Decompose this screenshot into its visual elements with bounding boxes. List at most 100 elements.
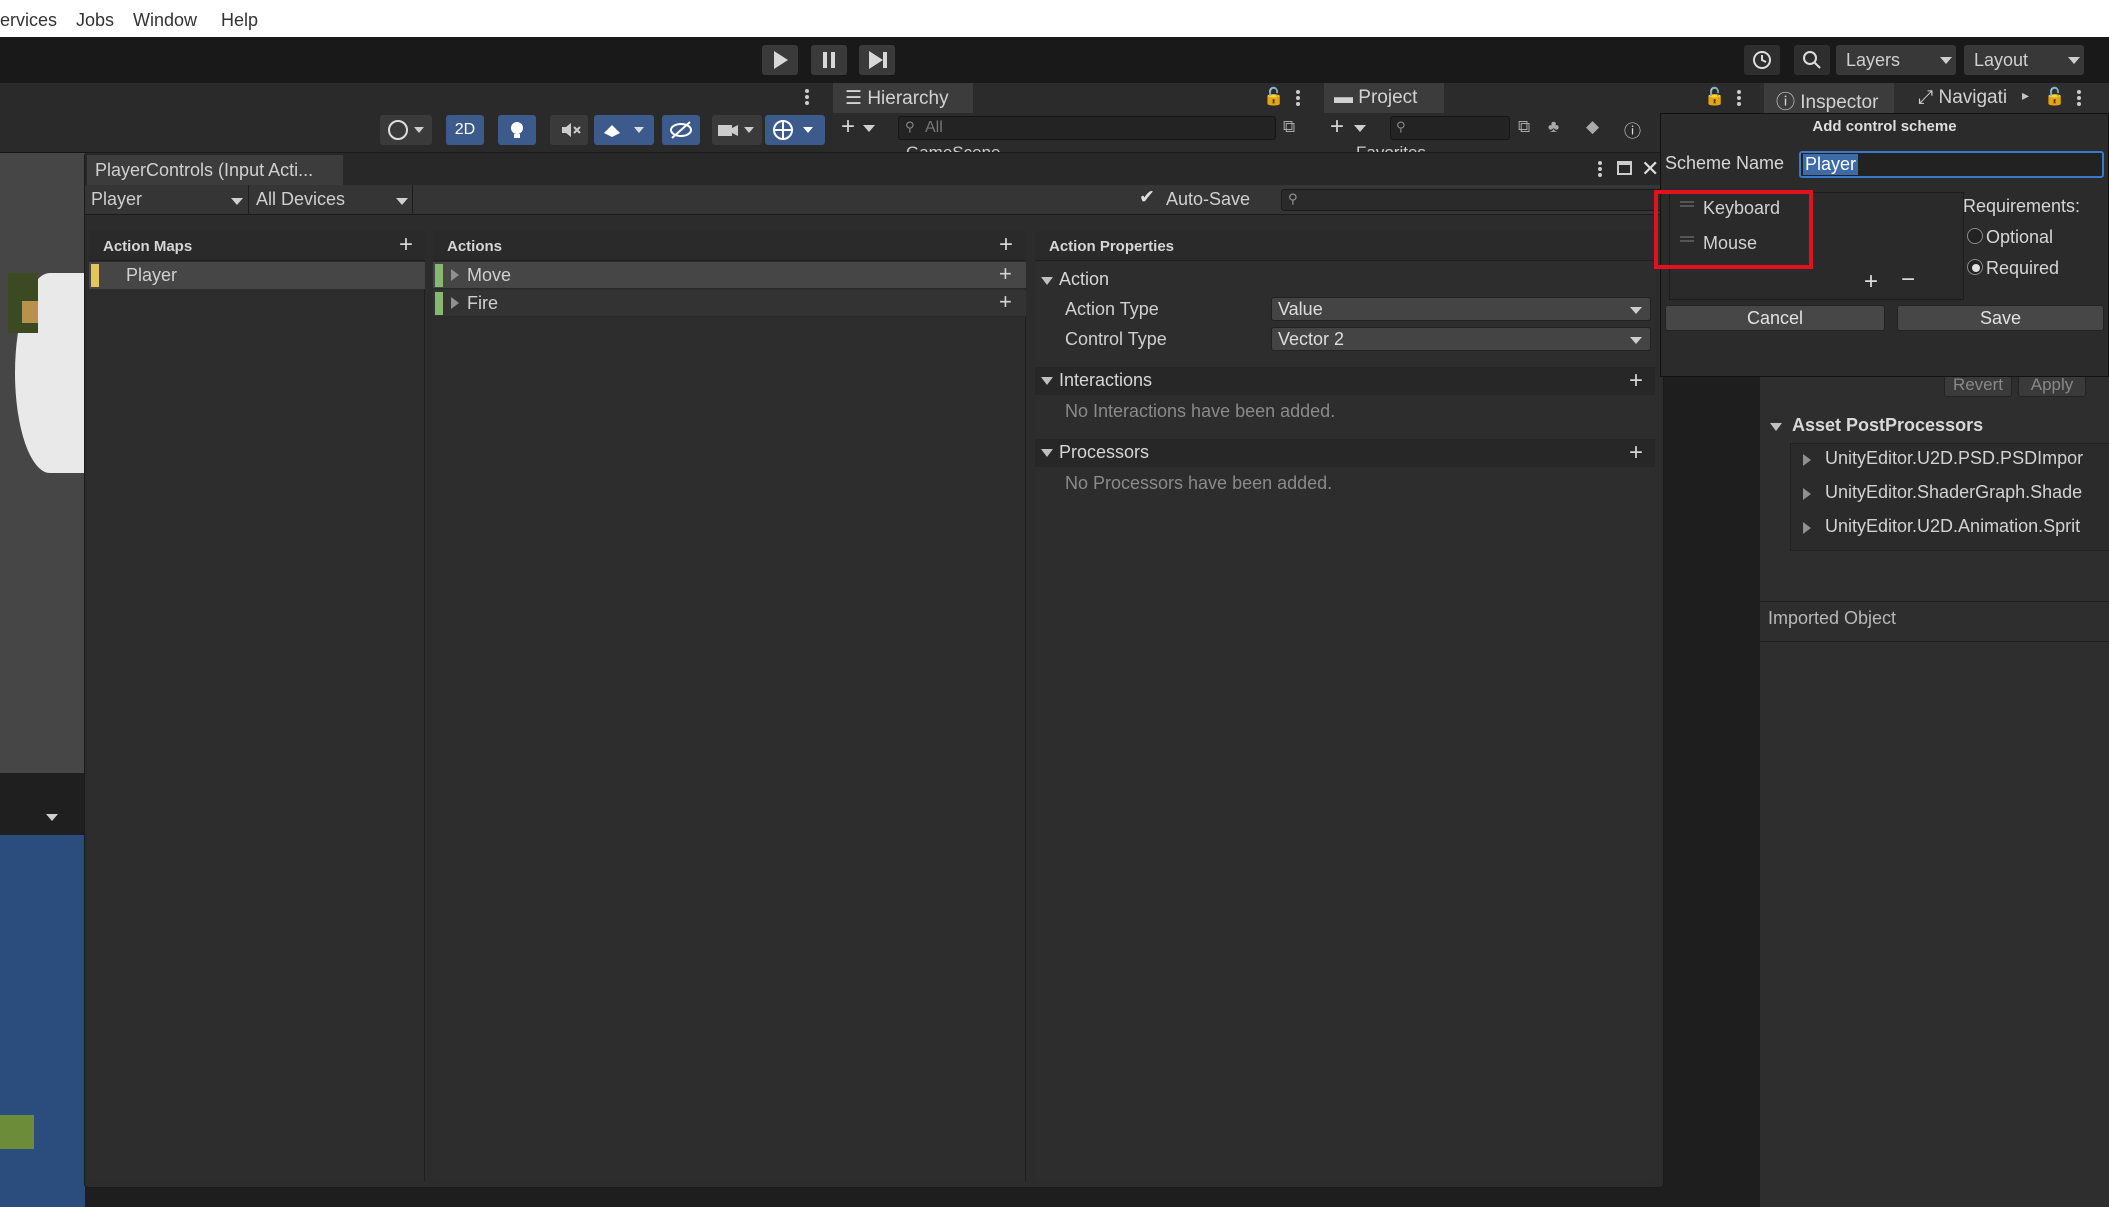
menu-services[interactable]: ervices	[0, 10, 57, 31]
control-scheme-dropdown[interactable]: Player	[85, 187, 245, 213]
info-icon[interactable]: ⓘ	[1624, 117, 1641, 142]
add-action-map-button[interactable]: +	[399, 233, 413, 257]
add-device-button[interactable]: +	[1864, 268, 1878, 296]
action-section-title: Action	[1059, 269, 1110, 289]
lock-icon[interactable]: 🔓	[1704, 87, 1725, 107]
chevron-down-icon[interactable]	[1354, 125, 1366, 132]
action-label: Move	[467, 265, 512, 285]
add-binding-button[interactable]: +	[999, 263, 1012, 285]
history-button[interactable]	[1744, 45, 1780, 75]
layout-dropdown[interactable]: Layout	[1964, 45, 2084, 75]
filter-icon[interactable]: ⧉	[1283, 117, 1295, 137]
tab-hierarchy[interactable]: ☰ Hierarchy	[833, 83, 973, 113]
label-filter-icon[interactable]: ◆	[1586, 117, 1599, 137]
effects-toggle[interactable]	[594, 115, 654, 145]
add-control-scheme-popup: Add control scheme Scheme Name Player Ke…	[1654, 113, 2109, 377]
action-row[interactable]: Fire +	[433, 290, 1026, 317]
fold-icon[interactable]	[1770, 423, 1782, 431]
required-label[interactable]: Required	[1986, 258, 2059, 279]
control-type-dropdown[interactable]: Vector 2	[1271, 327, 1651, 351]
search-button[interactable]	[1794, 45, 1830, 75]
more-vert-icon[interactable]	[1291, 88, 1305, 108]
save-button[interactable]: Save	[1897, 305, 2104, 331]
scene-view[interactable]	[0, 153, 85, 773]
visibility-toggle[interactable]	[662, 115, 700, 145]
optional-radio[interactable]	[1967, 228, 1983, 244]
maximize-icon[interactable]	[1617, 161, 1632, 175]
device-dropdown[interactable]: All Devices	[250, 187, 410, 213]
window-title-tab[interactable]: PlayerControls (Input Acti...	[87, 155, 343, 185]
action-maps-header: Action Maps	[89, 231, 425, 261]
camera-button[interactable]	[712, 115, 762, 145]
layers-dropdown[interactable]: Layers	[1836, 45, 1956, 75]
lock-icon[interactable]: 🔓	[1263, 87, 1284, 107]
play-button[interactable]	[762, 45, 798, 75]
toggle-2d-button[interactable]: 2D	[446, 115, 484, 145]
menu-window[interactable]: Window	[133, 10, 197, 31]
chevron-down-icon[interactable]	[863, 125, 875, 132]
menu-help[interactable]: Help	[221, 10, 258, 31]
gizmos-button[interactable]	[765, 115, 825, 145]
action-row[interactable]: Move +	[433, 262, 1026, 289]
pause-button[interactable]	[811, 45, 847, 75]
close-icon[interactable]: ✕	[1641, 156, 1659, 182]
action-map-row[interactable]: Player	[89, 262, 425, 289]
step-button[interactable]	[859, 45, 895, 75]
add-button[interactable]: +	[841, 115, 855, 139]
expand-icon[interactable]	[1803, 522, 1811, 534]
add-binding-button[interactable]: +	[999, 291, 1012, 313]
tab-navigation[interactable]: ⤢ Navigati	[1918, 87, 2007, 109]
required-radio[interactable]	[1967, 259, 1983, 275]
chevron-down-icon[interactable]	[46, 814, 58, 821]
action-type-dropdown[interactable]: Value	[1271, 297, 1651, 321]
fold-icon[interactable]	[1041, 277, 1053, 285]
list-item[interactable]: UnityEditor.ShaderGraph.Shade	[1825, 482, 2082, 503]
expand-icon[interactable]	[451, 297, 459, 309]
more-vert-icon[interactable]	[2072, 88, 2086, 108]
scheme-name-input[interactable]: Player	[1799, 151, 2104, 178]
action-maps-pane: Action Maps + Player	[89, 231, 425, 1181]
type-filter-icon[interactable]: ♣	[1548, 117, 1559, 137]
list-item[interactable]: UnityEditor.U2D.PSD.PSDImpor	[1825, 448, 2083, 469]
lightbulb-icon	[511, 122, 523, 138]
shading-mode-button[interactable]	[380, 115, 432, 145]
project-search-input[interactable]	[1390, 116, 1510, 140]
layout-label: Layout	[1974, 50, 2029, 70]
fold-icon[interactable]	[1041, 449, 1053, 457]
add-button[interactable]: +	[1330, 115, 1344, 139]
optional-label[interactable]: Optional	[1986, 227, 2053, 248]
filter-icon[interactable]: ⧉	[1518, 117, 1530, 137]
game-view[interactable]	[0, 835, 85, 1207]
add-processor-button[interactable]: +	[1629, 441, 1643, 465]
info-icon: ⓘ	[1776, 92, 1801, 113]
tab-inspector[interactable]: ⓘ Inspector	[1764, 83, 1894, 113]
chevron-right-icon[interactable]: ▸	[2022, 87, 2029, 104]
tab-project-label: Project	[1358, 87, 1418, 108]
list-item[interactable]: UnityEditor.U2D.Animation.Sprit	[1825, 516, 2080, 537]
interactions-empty-text: No Interactions have been added.	[1065, 401, 1336, 421]
add-action-button[interactable]: +	[999, 233, 1013, 257]
hierarchy-search-input[interactable]: All	[898, 116, 1276, 140]
more-vert-icon[interactable]	[1593, 159, 1607, 179]
expand-icon[interactable]	[1803, 488, 1811, 500]
menu-jobs[interactable]: Jobs	[76, 10, 114, 31]
action-search-input[interactable]: ⚲	[1281, 189, 1663, 211]
tab-project[interactable]: ▬ Project	[1324, 83, 1444, 113]
lighting-toggle[interactable]	[498, 115, 536, 145]
fold-icon[interactable]	[1041, 377, 1053, 385]
cancel-button[interactable]: Cancel	[1665, 305, 1885, 331]
scheme-name-value: Player	[1803, 154, 1859, 175]
autosave-checkbox[interactable]: ✔	[1139, 186, 1155, 209]
add-interaction-button[interactable]: +	[1629, 369, 1643, 393]
audio-toggle[interactable]	[550, 115, 588, 145]
sprite-pixels	[22, 301, 38, 323]
toggle-2d-label: 2D	[454, 121, 476, 138]
expand-icon[interactable]	[1803, 454, 1811, 466]
more-vert-icon[interactable]	[1732, 88, 1746, 108]
lock-icon[interactable]: 🔓	[2044, 87, 2065, 107]
window-toolbar: Player All Devices ✔ Auto-Save ⚲	[85, 185, 1663, 215]
remove-device-button[interactable]: −	[1901, 266, 1915, 294]
more-vert-icon[interactable]	[797, 87, 817, 107]
expand-icon[interactable]	[451, 269, 459, 281]
divider	[1760, 601, 2109, 602]
